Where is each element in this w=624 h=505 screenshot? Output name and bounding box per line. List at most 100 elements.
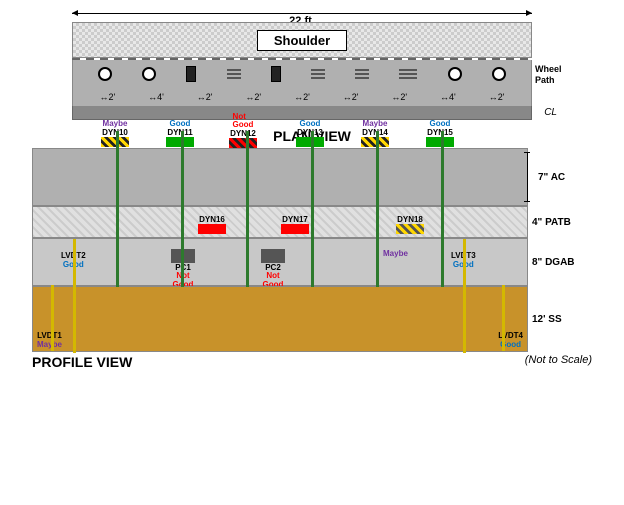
sensor-lines-3 <box>355 69 369 79</box>
dim-2: ↔4' <box>148 92 164 102</box>
sensor-lines-1 <box>227 69 241 79</box>
sensor-pc2: PC2 NotGood <box>261 249 285 290</box>
pole-patb-6 <box>441 207 444 239</box>
layer-dgab: LVDT2 Good PC1 NotGood PC2 NotGood <box>32 238 528 286</box>
sensor-circle-4 <box>492 67 506 81</box>
dyn10-id: DYN10 <box>102 128 128 137</box>
dyn12-status: NotGood <box>233 113 254 129</box>
dyn18-block <box>396 224 424 234</box>
pole-lvdt4 <box>502 285 505 351</box>
label-ac: 7" AC <box>532 148 592 206</box>
label-ss: 12' SS <box>532 286 592 352</box>
dim-9: ↔2' <box>489 92 505 102</box>
pole-dgab-5 <box>376 239 379 287</box>
pole-ss-lvdt3 <box>463 287 466 353</box>
sensor-rect-v-2 <box>271 66 281 82</box>
dyn14-block <box>361 137 389 147</box>
sensor-dyn17: DYN17 <box>281 215 309 234</box>
dyn16-id: DYN16 <box>199 215 225 224</box>
pole-dyn15 <box>441 131 444 207</box>
shoulder-area: Shoulder <box>72 22 532 58</box>
patb-label: 4" PATB <box>532 217 571 228</box>
pole-patb-2 <box>181 207 184 239</box>
profile-diagram: Maybe DYN10 Good DYN11 NotGood DYN12 <box>32 148 592 352</box>
pole-dyn13 <box>311 131 314 207</box>
pole-patb-3 <box>246 207 249 239</box>
pole-dgab-3 <box>246 239 249 287</box>
road-area: CL <box>72 106 532 120</box>
pole-patb-5 <box>376 207 379 239</box>
pole-dgab-2 <box>181 239 184 287</box>
layer-ac: Maybe DYN10 Good DYN11 NotGood DYN12 <box>32 148 528 206</box>
ss-label: 12' SS <box>532 314 562 325</box>
pole-dgab-4 <box>311 239 314 287</box>
dim-row: ↔2' ↔4' ↔2' ↔2' ↔2' ↔2' ↔2' ↔4' ↔2' <box>72 88 532 106</box>
sensor-dyn16: DYN16 <box>198 215 226 234</box>
dyn10-block <box>101 137 129 147</box>
pole-dyn11 <box>181 131 184 207</box>
label-patb: 4" PATB <box>532 206 592 238</box>
dyn13-status: Good <box>300 119 321 128</box>
dyn11-status: Good <box>170 119 191 128</box>
dyn12-id: DYN12 <box>230 129 256 138</box>
not-to-scale-label: (Not to Scale) <box>525 354 592 370</box>
pole-lvdt1 <box>51 285 54 351</box>
sensor-rect-v-1 <box>186 66 196 82</box>
dyn15-status: Good <box>430 119 451 128</box>
dim-7: ↔2' <box>391 92 407 102</box>
pc2-block <box>261 249 285 263</box>
pole-dyn10 <box>116 131 119 207</box>
pole-lvdt3 <box>463 239 466 287</box>
sensor-dyn12: NotGood DYN12 <box>229 113 257 148</box>
dim-6: ↔2' <box>343 92 359 102</box>
profile-section: Maybe DYN10 Good DYN11 NotGood DYN12 <box>8 148 616 370</box>
dim-4: ↔2' <box>245 92 261 102</box>
pole-lvdt2 <box>73 239 76 287</box>
profile-view-labels-row: PROFILE VIEW (Not to Scale) <box>32 354 592 370</box>
dyn18-id: DYN18 <box>397 215 423 224</box>
sensor-lines-4 <box>399 69 417 79</box>
lvdt1-id: LVDT1 <box>37 331 62 340</box>
profile-view-title: PROFILE VIEW <box>32 354 132 370</box>
dyn11-id: DYN11 <box>167 128 192 137</box>
layer-ss: LVDT1 Maybe LVDT4 Good <box>32 286 528 352</box>
dyn18-maybe: Maybe <box>383 247 408 259</box>
dyn10-status: Maybe <box>103 119 128 128</box>
ft-arrow-line: 22 ft. <box>72 13 532 14</box>
profile-main: Maybe DYN10 Good DYN11 NotGood DYN12 <box>32 148 528 352</box>
sensor-dyn18: DYN18 <box>396 215 424 234</box>
sensor-dyn14: Maybe DYN14 <box>361 119 389 147</box>
layer-patb: DYN16 DYN17 DYN18 <box>32 206 528 238</box>
dim-1: ↔2' <box>99 92 115 102</box>
profile-labels: 7" AC 4" PATB 8" DGAB 12' SS <box>528 148 592 352</box>
dyn15-id: DYN15 <box>427 128 453 137</box>
sensor-dyn15: Good DYN15 <box>426 119 454 147</box>
sensor-dyn13: Good DYN13 <box>296 119 324 147</box>
top-diagram: 22 ft. Shoulder <box>32 4 592 120</box>
pole-patb-1 <box>116 207 119 239</box>
pole-ss-lvdt2 <box>73 287 76 353</box>
sensor-dyn10: Maybe DYN10 <box>101 119 129 147</box>
dim-5: ↔2' <box>294 92 310 102</box>
ft-arrow-row: 22 ft. <box>72 4 532 22</box>
pole-dgab-6 <box>441 239 444 287</box>
cl-label: CL <box>544 107 557 118</box>
dyn11-block <box>166 137 194 147</box>
sensor-circle-3 <box>448 67 462 81</box>
dgab-label: 8" DGAB <box>532 257 575 268</box>
dyn17-block <box>281 224 309 234</box>
shoulder-label: Shoulder <box>257 30 347 51</box>
dim-8: ↔4' <box>440 92 456 102</box>
sensors-row: WheelPath <box>72 60 532 88</box>
label-dgab: 8" DGAB <box>532 238 592 286</box>
dim-3: ↔2' <box>197 92 213 102</box>
main-container: 22 ft. Shoulder <box>0 0 624 505</box>
dyn14-id: DYN14 <box>362 128 388 137</box>
dyn17-id: DYN17 <box>282 215 308 224</box>
dyn16-block <box>198 224 226 234</box>
lvdt1-status: Maybe <box>37 340 62 349</box>
sensor-dyn11: Good DYN11 <box>166 119 194 147</box>
wheel-path-label: WheelPath <box>535 64 587 86</box>
ac-label: 7" AC <box>538 172 565 183</box>
sensor-circle-2 <box>142 67 156 81</box>
